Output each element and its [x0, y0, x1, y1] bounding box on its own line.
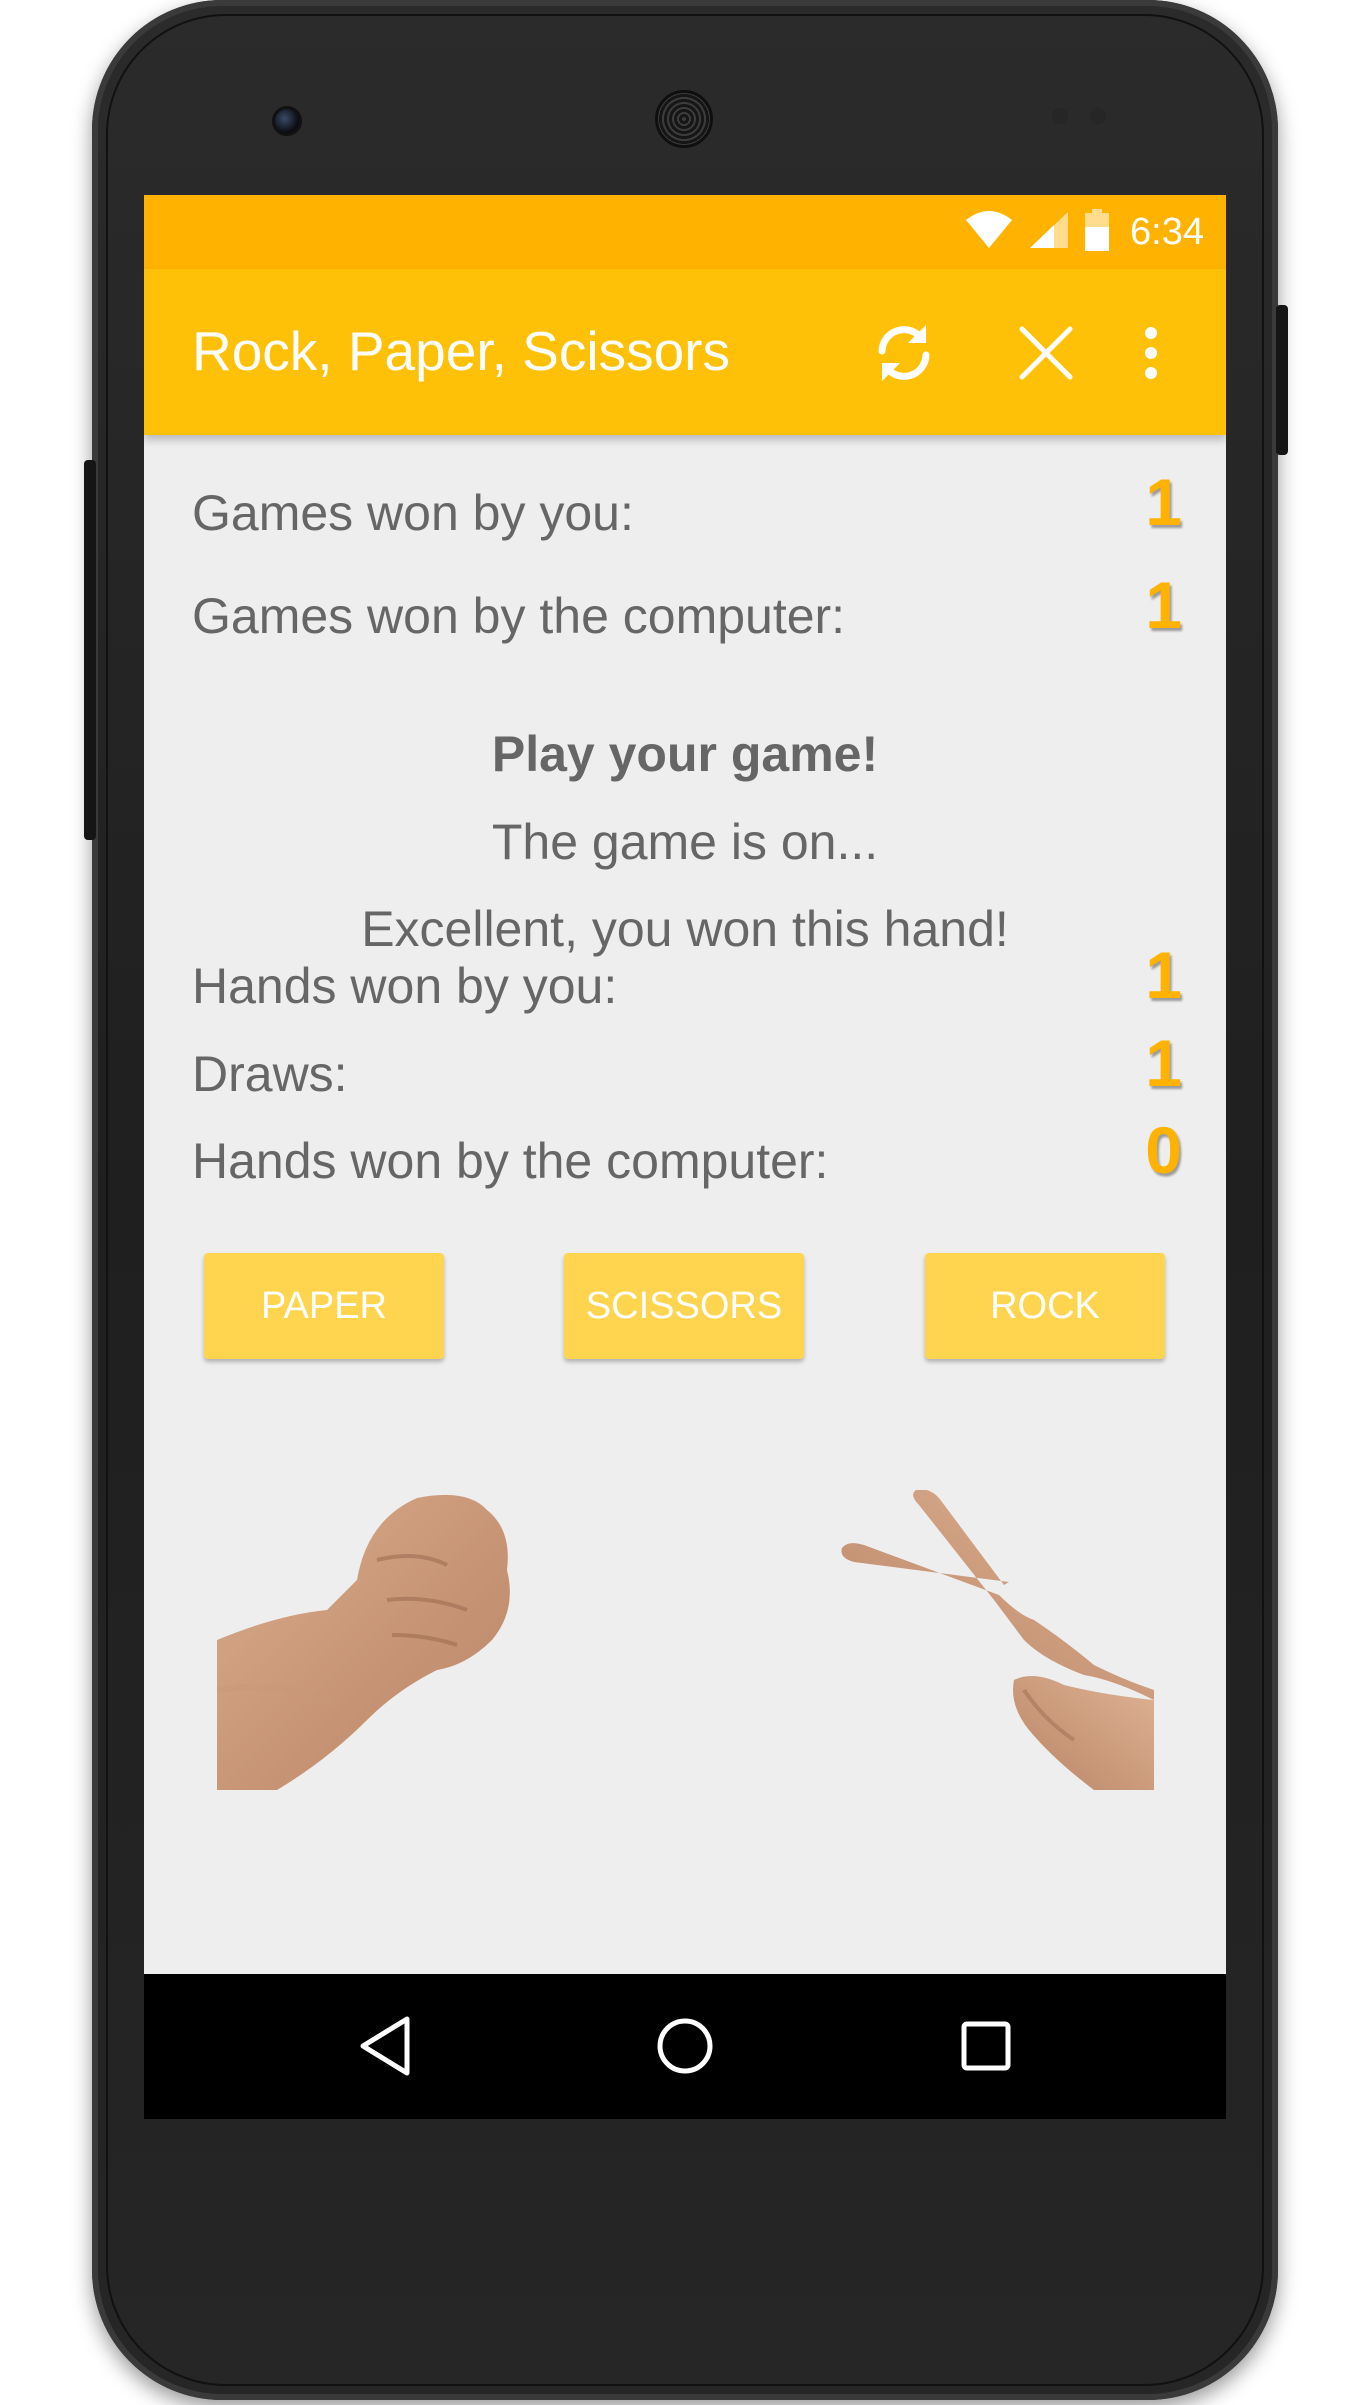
battery-icon — [1084, 208, 1110, 256]
hands-won-by-computer-row: Hands won by the computer: 0 — [192, 1113, 1182, 1198]
status-bar: 6:34 — [144, 195, 1226, 269]
games-won-by-computer-label: Games won by the computer: — [192, 588, 846, 644]
status-icons: 6:34 — [964, 208, 1204, 256]
hands-won-by-you-label: Hands won by you: — [192, 958, 618, 1014]
games-won-by-you-label: Games won by you: — [192, 485, 634, 541]
draws-row: Draws: 1 — [192, 1026, 1182, 1111]
close-icon[interactable] — [1006, 313, 1086, 393]
status-time: 6:34 — [1130, 210, 1204, 253]
signal-icon — [1028, 210, 1070, 255]
back-icon[interactable] — [343, 2004, 427, 2088]
app-bar: Rock, Paper, Scissors — [144, 269, 1226, 435]
navigation-bar — [144, 1974, 1226, 2119]
game-status: The game is on... — [491, 814, 879, 870]
games-won-by-you-row: Games won by you: 1 — [192, 465, 1182, 550]
computer-hand-scissors-image — [834, 1489, 1154, 1790]
light-sensor — [1090, 108, 1106, 124]
paper-button[interactable]: PAPER — [204, 1253, 444, 1359]
recents-icon[interactable] — [944, 2004, 1028, 2088]
wifi-icon — [964, 210, 1014, 255]
player-hand-rock-image — [216, 1490, 537, 1790]
hands-won-by-you-row: Hands won by you: 1 — [192, 938, 1182, 1023]
screen: 6:34 Rock, Paper, Scissors Games won by … — [144, 195, 1226, 2119]
refresh-icon[interactable] — [864, 313, 944, 393]
rock-button[interactable]: ROCK — [925, 1253, 1165, 1359]
games-won-by-computer-row: Games won by the computer: 1 — [192, 568, 1182, 653]
games-won-by-you-value: 1 — [1145, 465, 1182, 539]
volume-button — [84, 460, 96, 840]
hands-won-by-you-value: 1 — [1145, 938, 1182, 1012]
front-camera-icon — [272, 106, 302, 136]
home-icon[interactable] — [643, 2004, 727, 2088]
speaker-grille — [655, 90, 713, 148]
draws-value: 1 — [1145, 1026, 1182, 1100]
games-won-by-computer-value: 1 — [1145, 568, 1182, 642]
draws-label: Draws: — [192, 1046, 348, 1102]
overflow-menu-icon[interactable] — [1116, 313, 1186, 393]
hands-won-by-computer-label: Hands won by the computer: — [192, 1133, 829, 1189]
power-button — [1276, 305, 1288, 455]
play-prompt: Play your game! — [491, 726, 879, 782]
scissors-button[interactable]: SCISSORS — [564, 1253, 804, 1359]
app-title: Rock, Paper, Scissors — [192, 320, 730, 382]
proximity-sensor — [1052, 108, 1068, 124]
hands-won-by-computer-value: 0 — [1145, 1113, 1182, 1187]
